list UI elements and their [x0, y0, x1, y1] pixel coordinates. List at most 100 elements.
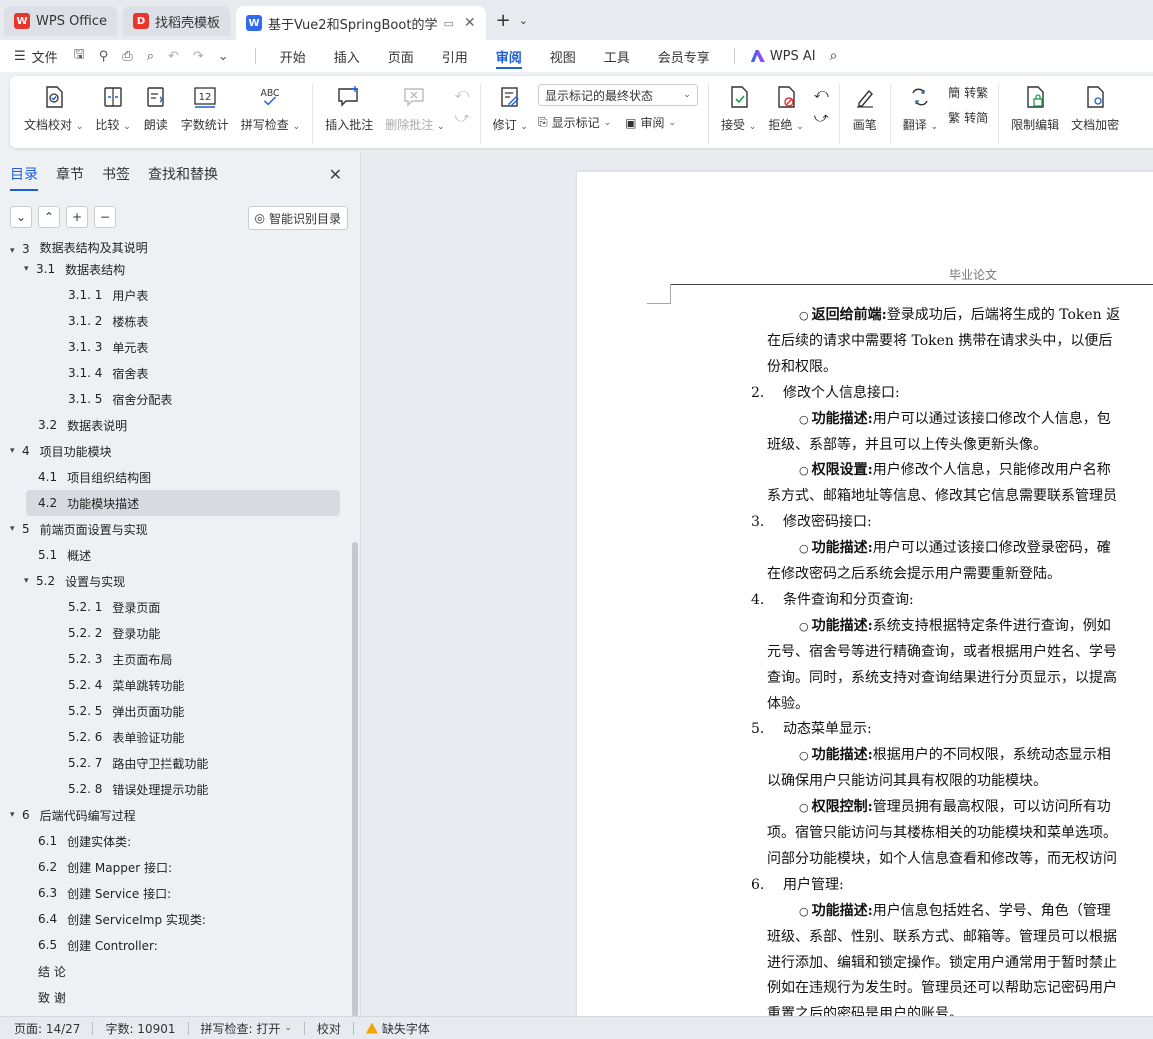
- reject-button[interactable]: 拒绝 ⌄: [768, 84, 804, 133]
- tab-template[interactable]: D 找稻壳模板: [123, 6, 231, 36]
- expand-arrow-icon[interactable]: ▾: [10, 246, 22, 256]
- tab-wps-office[interactable]: W WPS Office: [4, 6, 118, 36]
- minus-icon[interactable]: −: [94, 206, 116, 228]
- toc-item[interactable]: 5.1 概述: [0, 542, 352, 568]
- missing-font-status[interactable]: 缺失字体: [365, 1020, 430, 1037]
- new-tab-button[interactable]: + ⌄: [496, 10, 528, 31]
- revise-button[interactable]: 修订 ⌄: [493, 84, 528, 133]
- toc-item[interactable]: 3.1. 4 宿舍表: [0, 360, 352, 386]
- toc-item[interactable]: ▾ 5.2 设置与实现: [0, 568, 352, 594]
- toc-item[interactable]: ▾ 4 项目功能模块: [0, 438, 352, 464]
- document-page[interactable]: 毕业论文 ○ 返回给前端:登录成功后，后端将生成的 Token 返在后续的请求中需…: [577, 172, 1153, 1016]
- close-tab-icon[interactable]: ✕: [464, 15, 476, 31]
- toc-item[interactable]: 3.1. 2 楼栋表: [0, 308, 352, 334]
- tab-chapters[interactable]: 章节: [56, 164, 84, 184]
- toc-item[interactable]: 结 论: [0, 958, 352, 984]
- file-menu[interactable]: ☰ 文件: [14, 47, 58, 66]
- next-comment-icon[interactable]: ⤻: [455, 110, 470, 126]
- menu-view[interactable]: 视图: [550, 40, 576, 72]
- toc-item[interactable]: 4.2 功能模块描述: [26, 490, 340, 516]
- toc-item[interactable]: 3.1. 3 单元表: [0, 334, 352, 360]
- print-preview-icon[interactable]: ⌕: [147, 49, 154, 64]
- toc-scrollbar[interactable]: [352, 542, 358, 1017]
- chevron-down-icon[interactable]: ⌄: [519, 14, 528, 27]
- toc-item[interactable]: 5.2. 8 错误处理提示功能: [0, 776, 352, 802]
- expand-arrow-icon[interactable]: ▾: [10, 446, 22, 456]
- toc-item[interactable]: 5.2. 3 主页面布局: [0, 646, 352, 672]
- menu-insert[interactable]: 插入: [334, 40, 360, 72]
- search-icon[interactable]: ⌕: [830, 48, 838, 64]
- toc-item[interactable]: 致 谢: [0, 984, 352, 1010]
- menu-member[interactable]: 会员专享: [658, 40, 710, 72]
- toc-item[interactable]: 3.1. 1 用户表: [0, 282, 352, 308]
- save-icon[interactable]: 🖫: [74, 45, 85, 67]
- toc-item[interactable]: 5.2. 2 登录功能: [0, 620, 352, 646]
- delete-comment-button[interactable]: 删除批注 ⌄: [385, 84, 445, 133]
- menu-reference[interactable]: 引用: [442, 40, 468, 72]
- spell-check-status[interactable]: 拼写检查: 打开 ⌄: [201, 1020, 292, 1037]
- to-traditional-button[interactable]: 簡转繁: [948, 84, 988, 101]
- chevron-up-icon[interactable]: ⌃: [38, 206, 60, 228]
- window-icon[interactable]: ▭: [443, 17, 453, 30]
- spell-check-button[interactable]: ABC 拼写检查 ⌄: [241, 84, 300, 133]
- wps-ai-button[interactable]: WPS AI: [750, 49, 816, 64]
- word-count-button[interactable]: 12 字数统计: [181, 84, 229, 133]
- expand-arrow-icon[interactable]: ▾: [24, 576, 36, 586]
- show-markup-button[interactable]: ⎘ 显示标记 ⌄: [538, 114, 611, 131]
- tab-toc[interactable]: 目录: [10, 164, 38, 191]
- markup-mode-select[interactable]: 显示标记的最终状态 ⌄: [537, 84, 698, 106]
- toc-item[interactable]: 6.3 创建 Service 接口:: [0, 880, 352, 906]
- prev-comment-icon[interactable]: ⤺: [455, 86, 470, 102]
- proof-status[interactable]: 校对: [317, 1020, 341, 1037]
- toc-item[interactable]: 5.2. 5 弹出页面功能: [0, 698, 352, 724]
- tab-bookmarks[interactable]: 书签: [102, 164, 130, 184]
- close-icon[interactable]: ✕: [329, 165, 342, 184]
- restrict-edit-button[interactable]: 限制编辑: [1011, 84, 1059, 133]
- toc-item[interactable]: 4.1 项目组织结构图: [0, 464, 352, 490]
- toc-item[interactable]: ▾ 3.1 数据表结构: [0, 256, 352, 282]
- menu-review[interactable]: 审阅: [495, 40, 522, 72]
- insert-comment-button[interactable]: 插入批注: [325, 84, 373, 133]
- doc-check-button[interactable]: 文档校对 ⌄: [24, 84, 83, 133]
- accept-button[interactable]: 接受 ⌄: [721, 84, 756, 133]
- translate-button[interactable]: 翻译 ⌄: [903, 84, 938, 133]
- expand-arrow-icon[interactable]: ▾: [10, 810, 22, 820]
- toc-item[interactable]: 6.4 创建 ServiceImp 实现类:: [0, 906, 352, 932]
- toc-item[interactable]: 6.2 创建 Mapper 接口:: [0, 854, 352, 880]
- tab-document[interactable]: W 基于Vue2和SpringBoot的学 ▭ ✕: [236, 6, 486, 40]
- toc-item[interactable]: 6.5 创建 Controller:: [0, 932, 352, 958]
- toc-item[interactable]: 3.2 数据表说明: [0, 412, 352, 438]
- plus-icon[interactable]: +: [66, 206, 88, 228]
- doc-encrypt-button[interactable]: 文档加密: [1071, 84, 1119, 133]
- to-simplified-button[interactable]: 繁转简: [948, 109, 988, 126]
- review-pane-button[interactable]: ▣ 审阅 ⌄: [625, 114, 676, 131]
- chevron-down-icon[interactable]: ⌄: [218, 49, 229, 64]
- page-indicator[interactable]: 页面: 14/27: [14, 1020, 80, 1037]
- tab-find-replace[interactable]: 查找和替换: [148, 164, 218, 184]
- expand-arrow-icon[interactable]: ▾: [24, 264, 36, 274]
- toc-item[interactable]: 6.1 创建实体类:: [0, 828, 352, 854]
- share-icon[interactable]: ⚲: [99, 49, 109, 64]
- menu-home[interactable]: 开始: [280, 40, 306, 72]
- undo-icon[interactable]: ↶: [168, 49, 179, 64]
- prev-revision-icon[interactable]: ⤺: [814, 86, 829, 102]
- toc-item[interactable]: ▾ 3 数据表结构及其说明: [0, 242, 352, 256]
- redo-icon[interactable]: ↷: [193, 49, 204, 64]
- print-icon[interactable]: ⎙: [122, 49, 132, 64]
- compare-button[interactable]: 比较 ⌄: [95, 84, 131, 133]
- next-revision-icon[interactable]: ⤻: [814, 110, 829, 126]
- menu-tools[interactable]: 工具: [604, 40, 630, 72]
- expand-arrow-icon[interactable]: ▾: [10, 524, 22, 534]
- toc-item[interactable]: 5.2. 4 菜单跳转功能: [0, 672, 352, 698]
- pen-button[interactable]: 画笔: [852, 84, 878, 133]
- toc-item[interactable]: 5.2. 1 登录页面: [0, 594, 352, 620]
- word-count-status[interactable]: 字数: 10901: [105, 1020, 175, 1037]
- plus-icon[interactable]: +: [496, 10, 511, 31]
- toc-item[interactable]: ▾ 6 后端代码编写过程: [0, 802, 352, 828]
- read-aloud-button[interactable]: 朗读: [143, 84, 169, 133]
- menu-page[interactable]: 页面: [388, 40, 414, 72]
- smart-toc-button[interactable]: ◎ 智能识别目录: [247, 206, 348, 230]
- toc-item[interactable]: 5.2. 6 表单验证功能: [0, 724, 352, 750]
- toc-item[interactable]: 5.2. 7 路由守卫拦截功能: [0, 750, 352, 776]
- toc-item[interactable]: ▾ 5 前端页面设置与实现: [0, 516, 352, 542]
